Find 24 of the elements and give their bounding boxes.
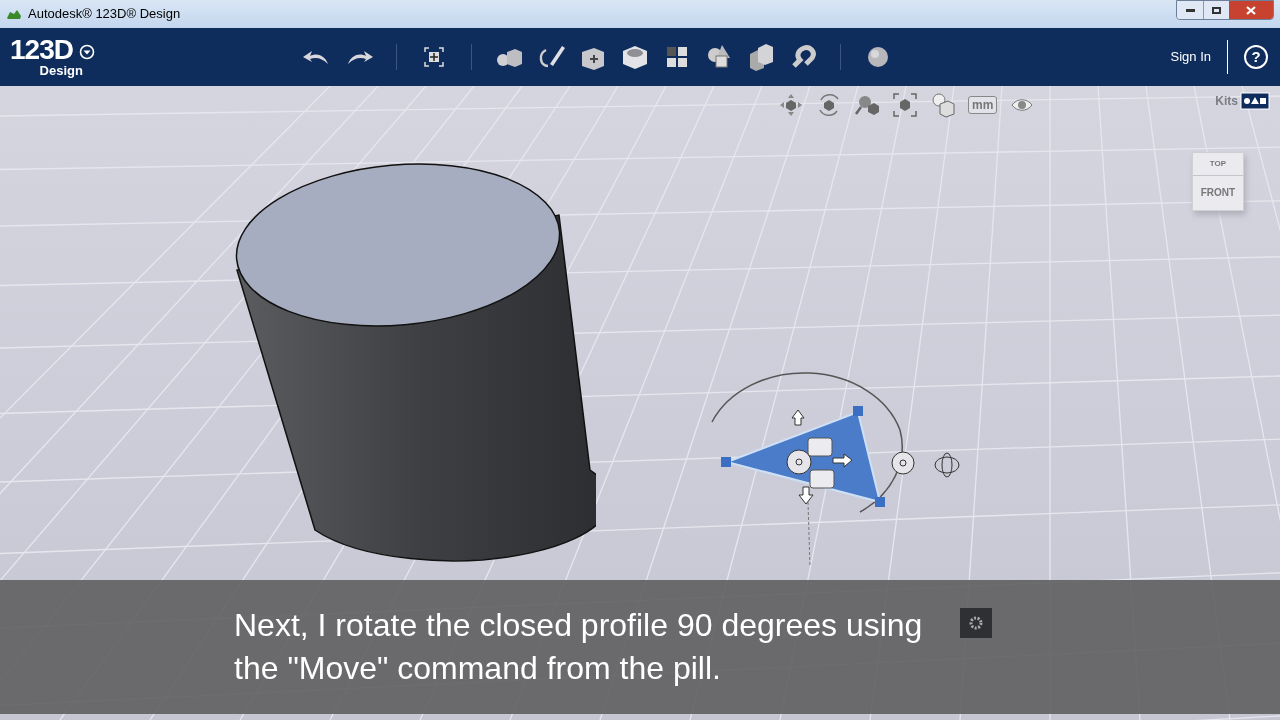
- sign-in-link[interactable]: Sign In: [1160, 47, 1221, 67]
- units-button[interactable]: mm: [968, 96, 998, 114]
- 3d-viewport[interactable]: mm Kits TOP FRONT Next, I rotate the closed profile 90 degrees using the "Move" command from the pill.: [0, 86, 1280, 720]
- view-cube-top-face[interactable]: TOP: [1193, 153, 1243, 176]
- gear-icon[interactable]: [960, 608, 992, 638]
- window-title: Autodesk® 123D® Design: [28, 5, 181, 24]
- view-cube-front-face[interactable]: FRONT: [1193, 176, 1243, 210]
- fit-icon[interactable]: [892, 92, 918, 118]
- help-button[interactable]: ?: [1244, 45, 1268, 69]
- view-cube[interactable]: TOP FRONT: [1192, 152, 1244, 211]
- close-button[interactable]: [1229, 1, 1273, 19]
- caption-text: Next, I rotate the closed profile 90 degrees using the "Move" command from the pill.: [234, 606, 924, 688]
- kits-label: Kits: [1215, 93, 1238, 110]
- view-mode-icon[interactable]: [930, 92, 956, 118]
- orbit-icon[interactable]: [816, 92, 842, 118]
- close-icon: [1246, 5, 1256, 15]
- dropdown-icon[interactable]: [78, 44, 95, 60]
- pan-icon[interactable]: [778, 92, 804, 118]
- maximize-button[interactable]: [1203, 1, 1229, 19]
- logo-text: 123D: [10, 36, 73, 64]
- logo-subtitle: Design: [39, 64, 83, 78]
- app-icon: [6, 8, 22, 20]
- minimize-button[interactable]: [1177, 1, 1203, 19]
- kits-icon[interactable]: [1240, 92, 1270, 110]
